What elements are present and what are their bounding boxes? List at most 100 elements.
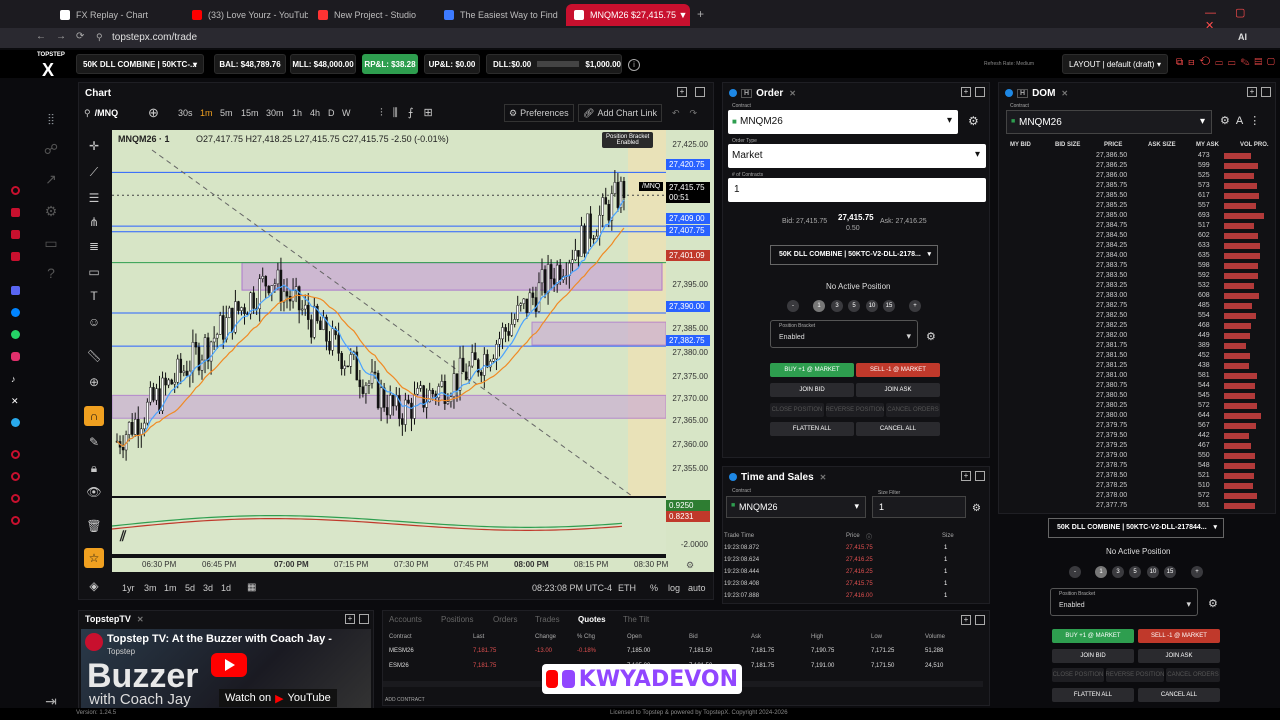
dom-account-select[interactable]: 50K DLL COMBINE | 50KTC-V2-DLL-217844...… (1048, 518, 1224, 538)
watch-on-youtube[interactable]: Watch on ▶ YouTube (219, 689, 337, 707)
pitchfork-icon[interactable]: ⋔ (84, 212, 104, 232)
sidebar-app-icon[interactable] (11, 472, 20, 481)
qty-10-button[interactable]: 10 (866, 300, 878, 312)
dom-row[interactable]: 27,378.00 572 (1000, 492, 1270, 500)
nav-arrows-icon[interactable]: ←→⟳ (36, 31, 94, 42)
timeframe-w[interactable]: W (342, 104, 351, 122)
star-icon[interactable]: ☆ (84, 548, 104, 568)
dom-qty-plus[interactable]: + (1191, 566, 1203, 578)
compare-plus-icon[interactable]: ⊕ (148, 104, 159, 122)
contracts-input[interactable]: 1 (728, 178, 986, 202)
dom-row[interactable]: 27,380.50 545 (1000, 392, 1270, 400)
dom-row[interactable]: 27,385.00 693 (1000, 212, 1270, 220)
dom-row[interactable]: 27,384.25 633 (1000, 242, 1270, 250)
close-position-button[interactable]: CLOSE POSITION (770, 403, 824, 417)
dom-row[interactable]: 27,379.50 442 (1000, 432, 1270, 440)
layout-tools-icon[interactable]: ⧉⊟⟲▭▭✎▤▢⤢ (1176, 57, 1280, 68)
dom-qty-10[interactable]: 10 (1147, 566, 1159, 578)
url-text[interactable]: topstepx.com/trade (112, 32, 197, 43)
add-panel-icon[interactable]: + (1247, 87, 1257, 97)
join-ask-button[interactable]: JOIN ASK (856, 383, 940, 397)
session-button[interactable]: ETH (618, 583, 636, 593)
oscillator-pane[interactable]: ⫽ (112, 498, 666, 554)
add-panel-icon[interactable]: + (961, 471, 971, 481)
trading-icon[interactable]: ⦙⦙ (40, 108, 62, 130)
timeframe-1m[interactable]: 1m (200, 104, 213, 122)
rectangle-icon[interactable]: ▭ (84, 262, 104, 282)
dom-row[interactable]: 27,381.75 389 (1000, 342, 1270, 350)
dom-row[interactable]: 27,378.75 548 (1000, 462, 1270, 470)
new-tab-icon[interactable]: + (697, 7, 704, 21)
browser-tab[interactable]: New Project - Studio (310, 4, 434, 26)
close-icon[interactable]: ✕ (137, 615, 144, 624)
telegram-icon[interactable] (11, 418, 20, 427)
dom-ladder[interactable]: 27,386.50 473 27,386.25 599 27,386.00 525 27,3… (1000, 152, 1270, 512)
bracket-gear-icon[interactable]: ⚙ (926, 330, 936, 343)
play-button[interactable] (211, 653, 247, 677)
horizontal-lines-icon[interactable]: ☰ (84, 188, 104, 208)
dom-row[interactable]: 27,385.50 617 (1000, 192, 1270, 200)
range-5d[interactable]: 5d (185, 583, 195, 593)
add-contract-button[interactable]: ADD CONTRACT (385, 697, 425, 703)
info-icon[interactable]: i (628, 59, 640, 71)
dom-row[interactable]: 27,381.25 438 (1000, 362, 1270, 370)
add-panel-icon[interactable]: + (345, 614, 355, 624)
maximize-icon[interactable] (1261, 87, 1271, 97)
dom-row[interactable]: 27,384.00 635 (1000, 252, 1270, 260)
chart-style-icons[interactable]: ⫶⫼⨍⊞ (380, 104, 443, 122)
percent-button[interactable]: % (650, 583, 658, 593)
dom-cancel-all[interactable]: CANCEL ALL (1138, 688, 1220, 702)
dom-row[interactable]: 27,386.00 525 (1000, 172, 1270, 180)
sidebar-app-icon[interactable] (11, 208, 20, 217)
sidebar-app-icon[interactable] (11, 252, 20, 261)
dom-row[interactable]: 27,380.25 572 (1000, 402, 1270, 410)
qty-15-button[interactable]: 15 (883, 300, 895, 312)
layers-icon[interactable]: ◈ (84, 576, 104, 596)
dom-row[interactable]: 27,380.75 544 (1000, 382, 1270, 390)
qty-minus-button[interactable]: - (787, 300, 799, 312)
order-bracket-select[interactable]: Position Bracket Enabled ▾ (770, 320, 918, 348)
quotes-row[interactable]: MESM26 7,181.75 -13.00 -0.18% 7,185.00 7,181.… (389, 648, 985, 660)
maximize-icon[interactable] (975, 615, 985, 625)
dom-buy-button[interactable]: BUY +1 @ MARKET (1052, 629, 1134, 643)
bracket-gear-icon[interactable]: ⚙ (1208, 597, 1218, 610)
gear-icon[interactable]: ⚙ (686, 560, 694, 571)
whatsapp-icon[interactable] (11, 330, 20, 339)
add-panel-icon[interactable]: + (961, 615, 971, 625)
sidebar-app-icon[interactable] (11, 516, 20, 525)
maximize-icon[interactable] (975, 87, 985, 97)
dom-row[interactable]: 27,384.50 602 (1000, 232, 1270, 240)
dom-qty-1[interactable]: 1 (1095, 566, 1107, 578)
text-icon[interactable]: T (84, 286, 104, 306)
timeframe-30m[interactable]: 30m (266, 104, 284, 122)
timeframe-5m[interactable]: 5m (220, 104, 233, 122)
tab-quotes[interactable]: Quotes (578, 615, 606, 624)
eye-icon[interactable]: 👁︎ (84, 482, 104, 502)
timeframe-4h[interactable]: 4h (310, 104, 320, 122)
sell-market-button[interactable]: SELL -1 @ MARKET (856, 363, 940, 377)
dom-reverse-position[interactable]: REVERSE POSITION (1106, 668, 1165, 682)
size-filter-input[interactable]: 1 (872, 496, 966, 518)
community-icon[interactable]: ☍ (40, 138, 62, 160)
dom-row[interactable]: 27,386.25 599 (1000, 162, 1270, 170)
dom-qty-15[interactable]: 15 (1164, 566, 1176, 578)
price-axis[interactable]: 27,425.00 27,395.00 27,385.00 27,380.00 … (666, 130, 714, 558)
browser-tab[interactable]: The Easiest Way to Find F (436, 4, 560, 26)
dom-row[interactable]: 27,386.50 473 (1000, 152, 1270, 160)
dom-row[interactable]: 27,383.50 592 (1000, 272, 1270, 280)
maximize-icon[interactable] (359, 614, 369, 624)
sidebar-app-icon[interactable] (11, 450, 20, 459)
discord-icon[interactable] (11, 286, 20, 295)
dom-row[interactable]: 27,381.50 452 (1000, 352, 1270, 360)
tab-positions[interactable]: Positions (441, 615, 473, 624)
timeframe-15m[interactable]: 15m (241, 104, 259, 122)
dom-flatten-all[interactable]: FLATTEN ALL (1052, 688, 1134, 702)
close-icon[interactable]: ✕ (789, 89, 796, 98)
dom-qty-3[interactable]: 3 (1112, 566, 1124, 578)
pencil-icon[interactable]: ✎ (84, 432, 104, 452)
dom-join-ask-button[interactable]: JOIN ASK (1138, 649, 1220, 663)
dom-sell-button[interactable]: SELL -1 @ MARKET (1138, 629, 1220, 643)
analytics-icon[interactable]: ↗ (40, 168, 62, 190)
order-account-select[interactable]: 50K DLL COMBINE | 50KTC-V2-DLL-2178... ▾ (770, 245, 938, 265)
settings-gear-icon[interactable]: ⚙ (968, 114, 979, 128)
